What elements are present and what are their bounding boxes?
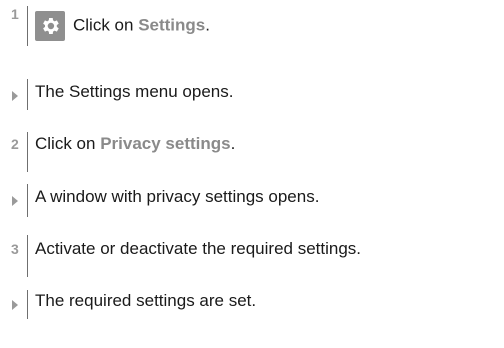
settings-link: Settings [138,15,206,35]
step-number: 3 [11,241,19,257]
step-1: 1 Click on Settings. [0,6,504,46]
result-2: A window with privacy settings opens. [0,184,504,221]
step-divider [27,6,28,46]
result-arrow-icon [12,91,18,101]
result-1: The Settings menu opens. [0,79,504,116]
result-arrow-icon [12,300,18,310]
privacy-settings-link: Privacy settings [100,134,231,153]
step-3: 3 Activate or deactivate the required se… [0,235,504,277]
result-divider [27,184,28,217]
result-divider [27,290,28,319]
result-text: The Settings menu opens. [35,82,234,101]
result-divider [27,79,28,110]
step-2: 2 Click on Privacy settings. [0,132,504,172]
step-divider [27,132,28,172]
result-text: The required settings are set. [35,291,257,310]
result-3: The required settings are set. [0,290,504,325]
step-number: 1 [11,6,19,22]
step-text: Activate or deactivate the required sett… [35,239,362,258]
step-text-suffix: . [230,134,236,153]
step-text: Click on Privacy settings. [35,134,235,154]
result-arrow-icon [12,196,18,206]
step-text-prefix: Click on [73,15,139,35]
step-number: 2 [11,136,19,152]
step-text-suffix: . [205,15,210,35]
gear-icon [35,11,65,41]
step-text: Click on Settings. [35,11,210,41]
result-text: A window with privacy settings opens. [35,187,320,206]
step-text-prefix: Click on [35,134,101,153]
step-divider [27,235,28,277]
